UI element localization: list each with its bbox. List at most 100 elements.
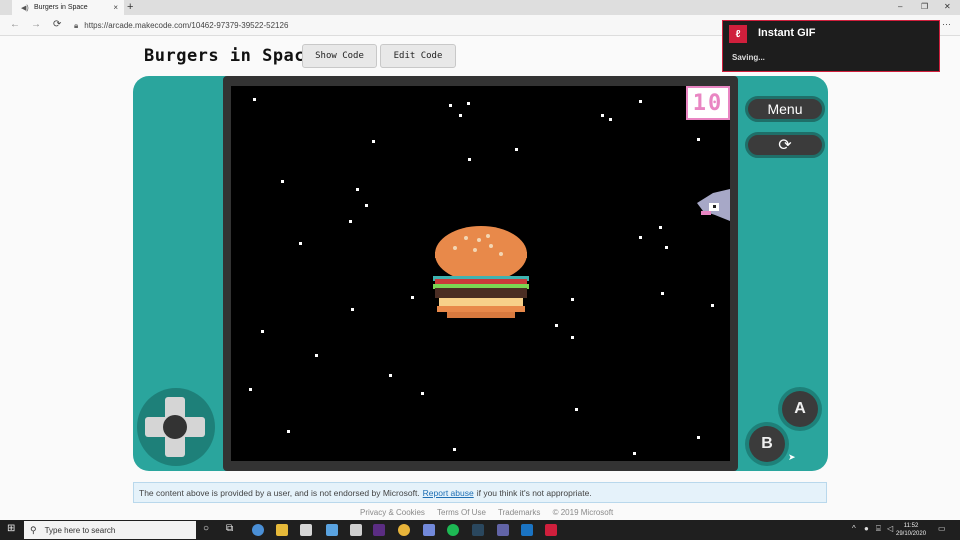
- discord-icon[interactable]: [423, 524, 435, 536]
- star: [253, 98, 256, 101]
- search-placeholder: Type here to search: [44, 525, 116, 535]
- tray-chevron-icon[interactable]: ^: [852, 524, 856, 533]
- page-title: Burgers in Space: [144, 46, 316, 66]
- report-abuse-link[interactable]: Report abuse: [423, 488, 474, 498]
- menu-button[interactable]: Menu: [745, 96, 825, 122]
- premiere-icon[interactable]: [373, 524, 385, 536]
- star: [389, 374, 392, 377]
- star: [281, 180, 284, 183]
- star: [609, 118, 612, 121]
- star: [356, 188, 359, 191]
- url-field[interactable]: 🔒︎ https://arcade.makecode.com/10462-973…: [74, 18, 714, 33]
- a-button[interactable]: A: [782, 391, 818, 427]
- star: [365, 204, 368, 207]
- forward-arrow-icon[interactable]: →: [31, 19, 41, 30]
- volume-icon[interactable]: ◁: [887, 524, 893, 533]
- star: [697, 138, 700, 141]
- copyright-text: © 2019 Microsoft: [552, 508, 614, 517]
- user-content-notice: The content above is provided by a user,…: [133, 482, 827, 503]
- instant-gif-toast: ℓ Instant GIF Saving...: [722, 20, 940, 72]
- page-content: Burgers in Space Show Code Edit Code 10 …: [0, 36, 960, 520]
- instant-gif-logo-icon: ℓ: [729, 25, 747, 43]
- lock-icon: 🔒︎: [74, 20, 79, 30]
- url-text: https://arcade.makecode.com/10462-97379-…: [84, 21, 289, 30]
- clock-time: 11:52: [903, 523, 919, 529]
- outlook-icon[interactable]: [521, 524, 533, 536]
- teams-icon[interactable]: [497, 524, 509, 536]
- instant-gif-icon[interactable]: [545, 524, 557, 536]
- alien-sprite: [697, 189, 730, 221]
- taskbar-clock[interactable]: 11:52 29/10/2020: [896, 522, 926, 538]
- dpad-joystick[interactable]: [163, 415, 187, 439]
- terms-link[interactable]: Terms Of Use: [437, 508, 486, 517]
- star: [633, 452, 636, 455]
- network-icon[interactable]: ⌸: [876, 524, 881, 534]
- more-menu-icon[interactable]: ···: [942, 19, 951, 29]
- browser-tab[interactable]: ◀) Burgers in Space ×: [12, 0, 124, 15]
- speaker-icon: ◀): [21, 5, 29, 12]
- trademarks-link[interactable]: Trademarks: [498, 508, 540, 517]
- file-explorer-icon[interactable]: [276, 524, 288, 536]
- star: [351, 308, 354, 311]
- game-console: 10 Menu ⟳ A B ➤: [133, 76, 828, 471]
- burger-sprite: [433, 226, 529, 318]
- store-icon[interactable]: [300, 524, 312, 536]
- star: [639, 236, 642, 239]
- tab-close-icon[interactable]: ×: [113, 3, 118, 12]
- star: [299, 242, 302, 245]
- star: [467, 102, 470, 105]
- refresh-icon[interactable]: ⟳: [53, 19, 61, 30]
- game-screen[interactable]: 10: [231, 86, 730, 461]
- tab-bar: ◀) Burgers in Space × + – ❐ ✕: [0, 0, 960, 15]
- task-view-icon[interactable]: ⧉: [226, 523, 233, 534]
- star: [639, 100, 642, 103]
- star: [659, 226, 662, 229]
- new-tab-button[interactable]: +: [127, 1, 133, 13]
- reload-button[interactable]: ⟳: [745, 132, 825, 158]
- tray-app-icon[interactable]: ●: [864, 524, 869, 533]
- minimize-button[interactable]: –: [898, 2, 902, 11]
- star: [571, 336, 574, 339]
- star: [261, 330, 264, 333]
- b-button[interactable]: B: [749, 426, 785, 462]
- star: [468, 158, 471, 161]
- chrome-icon[interactable]: [252, 524, 264, 536]
- star: [287, 430, 290, 433]
- star: [665, 246, 668, 249]
- steam-icon[interactable]: [472, 524, 484, 536]
- clock-date: 29/10/2020: [896, 531, 927, 537]
- chrome-alt-icon[interactable]: [398, 524, 410, 536]
- edit-code-button[interactable]: Edit Code: [380, 44, 456, 68]
- star: [453, 448, 456, 451]
- toast-status: Saving...: [732, 53, 765, 62]
- star: [315, 354, 318, 357]
- notice-text: The content above is provided by a user,…: [139, 487, 420, 498]
- star: [571, 298, 574, 301]
- show-code-button[interactable]: Show Code: [302, 44, 377, 68]
- toast-title: Instant GIF: [758, 27, 816, 39]
- footer: Privacy & Cookies Terms Of Use Trademark…: [360, 508, 623, 517]
- star: [372, 140, 375, 143]
- score-display: 10: [686, 86, 730, 120]
- privacy-link[interactable]: Privacy & Cookies: [360, 508, 425, 517]
- notice-text-after: if you think it's not appropriate.: [476, 487, 592, 498]
- taskbar-search[interactable]: ⚲ Type here to search: [24, 521, 196, 539]
- browser-window: ◀) Burgers in Space × + – ❐ ✕ ← → ⟳ 🔒︎ h…: [0, 0, 960, 540]
- reload-icon: ⟳: [778, 137, 792, 154]
- star: [449, 104, 452, 107]
- star: [711, 304, 714, 307]
- windows-start-icon[interactable]: ⊞: [7, 523, 15, 534]
- star: [555, 324, 558, 327]
- close-window-button[interactable]: ✕: [944, 2, 951, 11]
- unity-icon[interactable]: [350, 524, 362, 536]
- tab-title: Burgers in Space: [34, 4, 88, 11]
- star: [411, 296, 414, 299]
- maximize-button[interactable]: ❐: [921, 2, 928, 11]
- mail-icon[interactable]: [326, 524, 338, 536]
- star: [575, 408, 578, 411]
- cortana-icon[interactable]: ○: [203, 523, 209, 534]
- taskbar: ⊞ ⚲ Type here to search ○ ⧉ ^ ● ⌸ ◁ 11:5…: [0, 520, 960, 540]
- back-arrow-icon[interactable]: ←: [10, 19, 20, 30]
- notification-icon[interactable]: ▭: [938, 524, 946, 533]
- spotify-icon[interactable]: [447, 524, 459, 536]
